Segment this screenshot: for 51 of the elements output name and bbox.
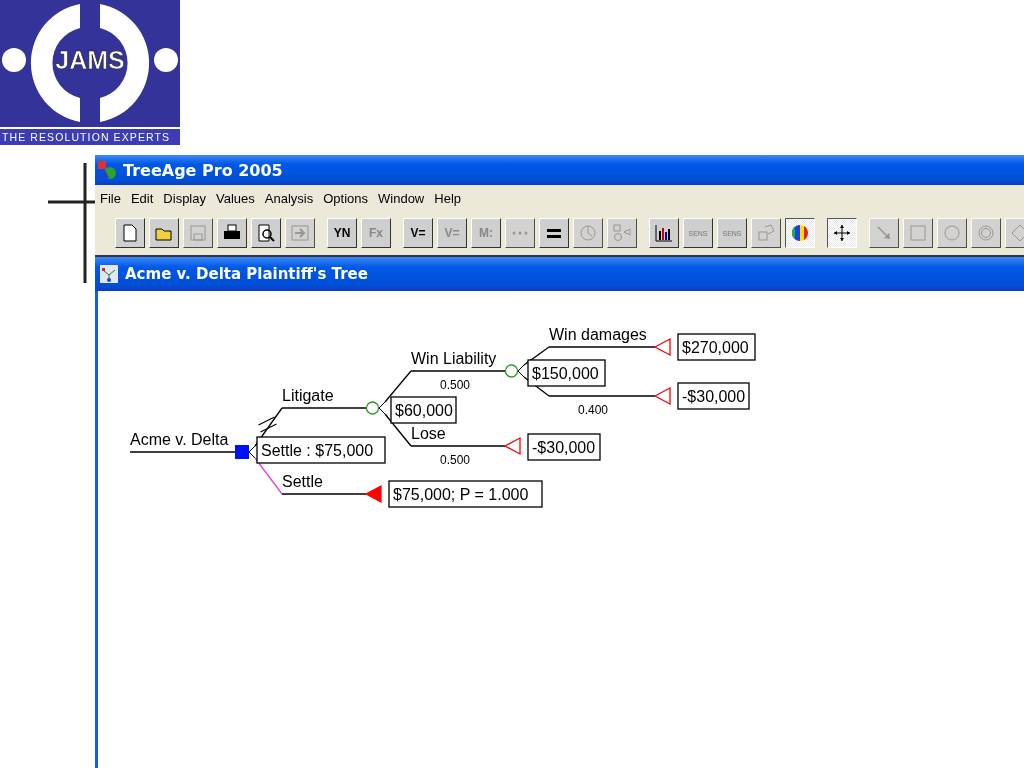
value-label: -$30,000 <box>527 433 601 461</box>
menu-item[interactable]: Options <box>318 190 373 206</box>
menu-item[interactable]: Display <box>158 190 211 206</box>
preview-icon <box>256 223 276 243</box>
value-label: $60,000 <box>390 396 457 424</box>
menu-item[interactable]: Values <box>211 190 260 206</box>
toolbar-button[interactable] <box>827 218 857 248</box>
color-ball-icon <box>790 223 810 243</box>
value-label: -$30,000 <box>677 382 750 410</box>
chance-node <box>365 401 380 415</box>
toolbar-button[interactable]: V= <box>403 218 433 248</box>
logo-emblem: JAMS <box>0 0 180 127</box>
branch-label: Lose <box>411 425 446 442</box>
menu-item[interactable]: File <box>95 190 126 206</box>
circle-icon <box>942 223 962 243</box>
branch-label: Settle <box>282 473 323 490</box>
value-label: Settle : $75,000 <box>256 436 386 464</box>
value-label: $270,000 <box>677 333 756 361</box>
menu-item[interactable]: Edit <box>125 190 159 206</box>
logo-tagline: THE RESOLUTION EXPERTS <box>0 127 180 145</box>
tree-icon <box>99 264 119 284</box>
value-label: $75,000; P = 1.000 <box>388 480 543 508</box>
window-title: TreeAge Pro 2005 <box>123 160 283 180</box>
new-file-icon <box>120 223 140 243</box>
app-icon <box>97 160 117 180</box>
probability-label: 0.400 <box>578 403 609 417</box>
branch-label: Win Liability <box>411 350 497 367</box>
probability-label: 0.500 <box>440 453 471 467</box>
move-icon <box>832 223 852 243</box>
square-icon <box>908 223 928 243</box>
menu-item[interactable]: Window <box>373 190 430 206</box>
bar-chart-icon <box>654 223 674 243</box>
toolbar-button[interactable]: YN <box>327 218 357 248</box>
menu-item[interactable]: Analysis <box>259 190 319 206</box>
floppy-icon <box>188 223 208 243</box>
chance-node <box>504 364 519 378</box>
branch-label: Litigate <box>282 387 334 404</box>
probability-label: 0.500 <box>440 378 471 392</box>
branch-label: Win damages <box>549 326 647 343</box>
dice-icon <box>756 223 776 243</box>
value-label: $150,000 <box>527 359 606 387</box>
toolbar-button[interactable] <box>785 218 815 248</box>
dots-icon <box>512 231 528 235</box>
shapes-icon <box>612 223 632 243</box>
decision-node <box>235 445 249 459</box>
branch-label: Acme v. Delta <box>130 431 229 448</box>
menu-item[interactable]: Help <box>429 190 466 206</box>
diamond-icon <box>1010 223 1024 243</box>
clock-icon <box>578 223 598 243</box>
document-title: Acme v. Delta Plaintiff's Tree <box>125 265 368 283</box>
double-circle-icon <box>976 223 996 243</box>
